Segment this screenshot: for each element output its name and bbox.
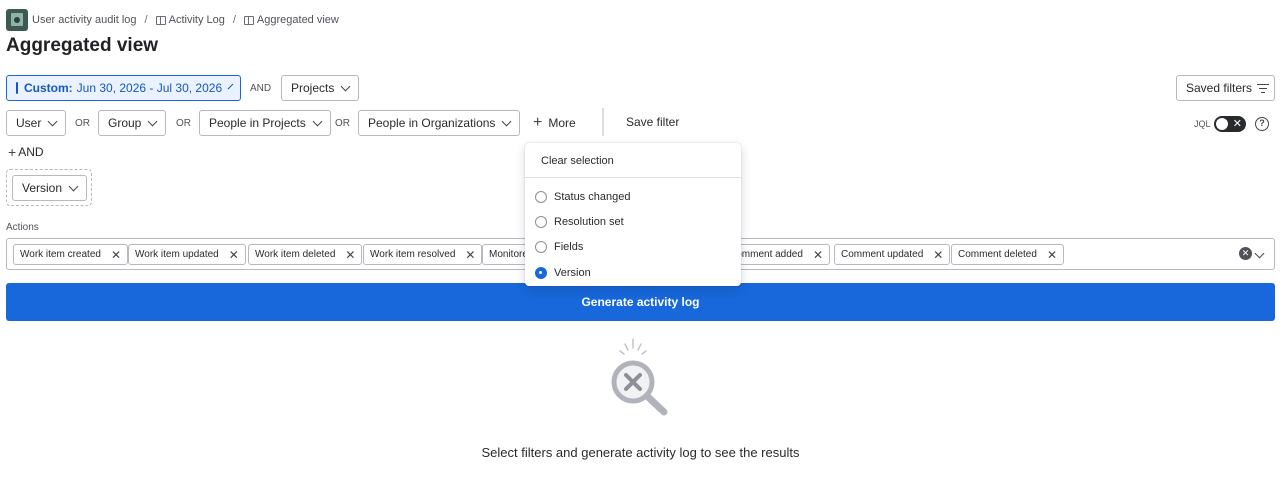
- date-range-button[interactable]: Custom: Jun 30, 2026 - Jul 30, 2026: [6, 75, 241, 101]
- breadcrumb-separator: /: [144, 14, 148, 26]
- save-filter-button[interactable]: Save filter: [626, 115, 679, 129]
- remove-icon[interactable]: ✕: [229, 248, 239, 262]
- people-in-organizations-button[interactable]: People in Organizations: [358, 110, 521, 136]
- action-chip: Work item created ✕: [13, 244, 129, 265]
- group-filter-label: Group: [108, 116, 142, 130]
- remove-icon[interactable]: ✕: [345, 248, 355, 262]
- breadcrumb-current[interactable]: Aggregated view: [243, 14, 339, 26]
- option-status-changed[interactable]: Status changed: [535, 191, 630, 203]
- projects-filter-label: Projects: [291, 81, 335, 95]
- option-label: Status changed: [554, 191, 631, 203]
- chevron-down-icon: [312, 116, 323, 126]
- remove-icon[interactable]: ✕: [933, 248, 943, 262]
- breadcrumb-activity-log-label: Activity Log: [168, 14, 225, 26]
- actions-label: Actions: [6, 222, 39, 233]
- chevron-down-icon: [340, 81, 351, 91]
- breadcrumb-activity-log[interactable]: Activity Log: [155, 14, 225, 26]
- chevron-down-icon: [147, 116, 158, 126]
- action-chip-label: Comment deleted: [958, 249, 1037, 260]
- empty-state-message: Select filters and generate activity log…: [481, 445, 800, 460]
- generate-activity-log-button[interactable]: Generate activity log: [6, 283, 1275, 321]
- people-in-projects-button[interactable]: People in Projects: [199, 110, 331, 136]
- operator-or: OR: [335, 118, 350, 129]
- action-chip: Work item deleted ✕: [248, 244, 363, 265]
- operator-or: OR: [75, 118, 90, 129]
- action-chip: Comment updated ✕: [834, 244, 951, 265]
- saved-filters-label: Saved filters: [1186, 81, 1253, 95]
- chevron-down-icon: [68, 181, 79, 191]
- jql-toggle[interactable]: ✕: [1214, 116, 1246, 132]
- help-icon[interactable]: ?: [1255, 117, 1269, 131]
- clear-selection-button[interactable]: Clear selection: [541, 155, 614, 167]
- date-label: Custom:: [24, 81, 73, 95]
- version-filter-button[interactable]: Version: [12, 175, 88, 201]
- option-fields[interactable]: Fields: [535, 241, 583, 253]
- clear-all-icon[interactable]: ✕: [1239, 247, 1252, 260]
- toggle-knob: [1216, 118, 1228, 130]
- option-label: Version: [554, 267, 591, 279]
- people-in-organizations-label: People in Organizations: [368, 116, 496, 130]
- radio-icon: [535, 216, 547, 228]
- add-and-button[interactable]: + AND: [8, 145, 44, 159]
- table-icon: [243, 15, 254, 25]
- app-logo-icon: [6, 9, 28, 31]
- plus-icon: +: [533, 114, 543, 131]
- saved-filters-button[interactable]: Saved filters: [1176, 75, 1275, 101]
- table-icon: [155, 15, 166, 25]
- breadcrumb: User activity audit log / Activity Log /…: [6, 9, 339, 31]
- group-filter-button[interactable]: Group: [98, 110, 167, 136]
- option-resolution-set[interactable]: Resolution set: [535, 216, 624, 228]
- user-filter-label: User: [16, 116, 42, 130]
- radio-icon: [535, 241, 547, 253]
- option-label: Fields: [554, 241, 584, 253]
- operator-and: AND: [250, 83, 272, 94]
- close-icon: ✕: [1232, 118, 1242, 130]
- more-filters-dropdown: Clear selection Status changed Resolutio…: [525, 143, 741, 286]
- version-filter-label: Version: [22, 181, 63, 195]
- breadcrumb-separator: /: [232, 14, 236, 26]
- breadcrumb-current-label: Aggregated view: [256, 14, 339, 26]
- action-chip-label: Work item updated: [135, 249, 219, 260]
- radio-icon: [535, 191, 547, 203]
- plus-icon: +: [8, 144, 17, 160]
- option-version[interactable]: Version: [535, 267, 591, 279]
- action-chip: Work item resolved ✕: [363, 244, 483, 265]
- people-in-projects-label: People in Projects: [209, 116, 306, 130]
- divider: [525, 177, 741, 178]
- more-label: More: [548, 116, 576, 130]
- remove-icon[interactable]: ✕: [1047, 248, 1057, 262]
- jql-label: JQL: [1194, 119, 1211, 129]
- remove-icon[interactable]: ✕: [465, 248, 475, 262]
- more-filters-button[interactable]: + More: [533, 110, 576, 136]
- user-filter-button[interactable]: User: [6, 110, 67, 136]
- add-and-label: AND: [18, 145, 44, 159]
- filter-icon: [1256, 83, 1269, 93]
- action-chip-label: Work item deleted: [255, 249, 336, 260]
- projects-filter-button[interactable]: Projects: [281, 75, 360, 101]
- remove-icon[interactable]: ✕: [813, 248, 823, 262]
- chevron-down-icon: [501, 116, 512, 126]
- date-range-value: Jun 30, 2026 - Jul 30, 2026: [76, 81, 223, 95]
- calendar-icon: [16, 82, 18, 94]
- remove-icon[interactable]: ✕: [111, 248, 121, 262]
- action-chip-label: Comment updated: [841, 249, 924, 260]
- action-chip-label: Work item resolved: [370, 249, 456, 260]
- chevron-down-icon: [47, 116, 58, 126]
- action-chip: Work item updated ✕: [128, 244, 246, 265]
- breadcrumb-app[interactable]: User activity audit log: [32, 14, 137, 26]
- action-chip: Comment deleted ✕: [951, 244, 1064, 265]
- option-label: Resolution set: [554, 216, 624, 228]
- page-title: Aggregated view: [6, 35, 159, 56]
- operator-or: OR: [176, 118, 191, 129]
- search-no-results-icon: [611, 338, 668, 416]
- chevron-down-icon: [227, 83, 234, 89]
- action-chip-label: Work item created: [20, 249, 101, 260]
- radio-selected-icon: [535, 267, 547, 279]
- divider: [602, 108, 604, 136]
